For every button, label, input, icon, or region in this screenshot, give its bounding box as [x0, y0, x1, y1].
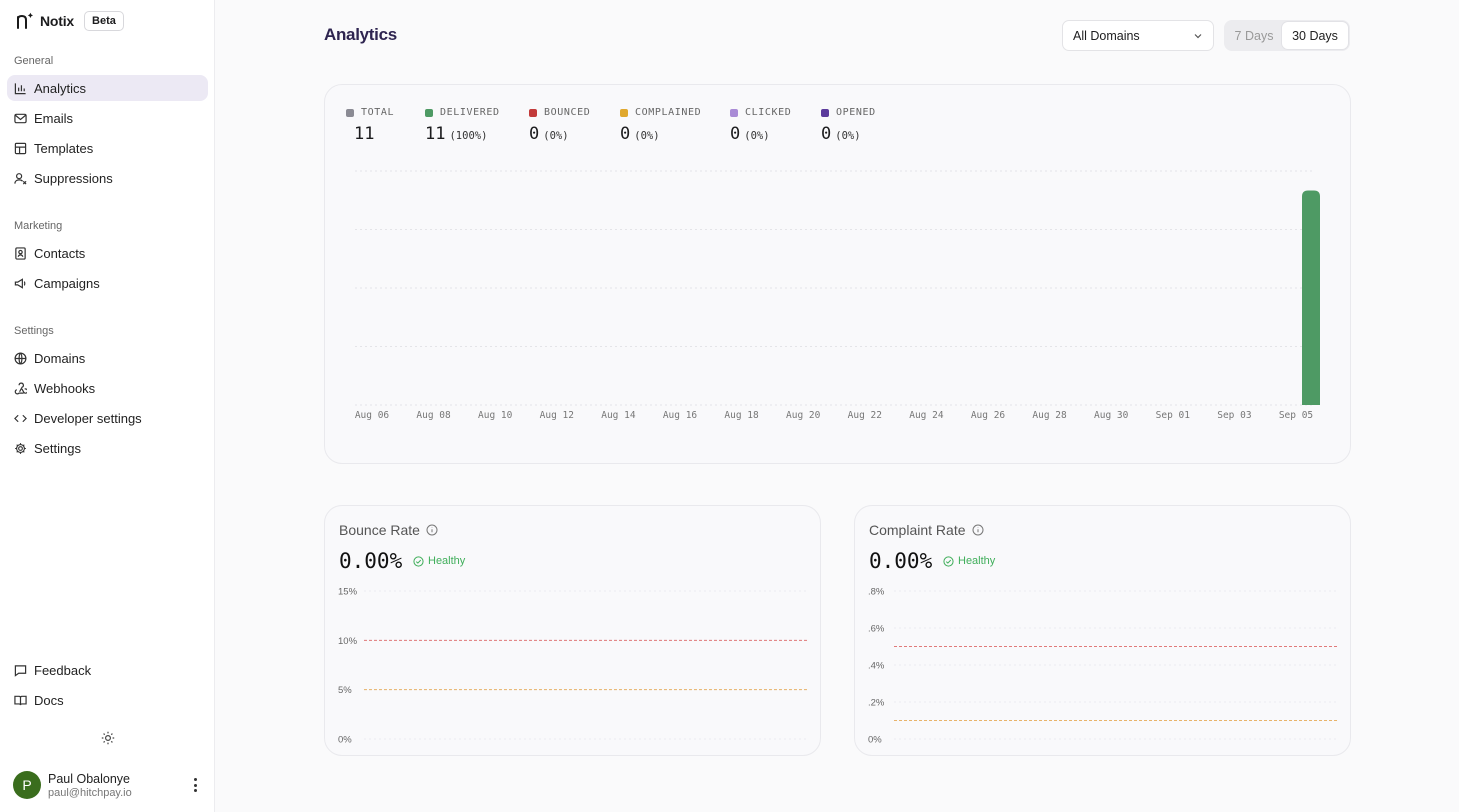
- more-vertical-icon[interactable]: [190, 778, 200, 792]
- sidebar: Notix Beta General Analytics Emails Temp…: [0, 0, 215, 812]
- sidebar-item-label: Feedback: [34, 662, 92, 678]
- y-tick-label: .6%: [868, 624, 885, 635]
- avatar: P: [13, 771, 41, 799]
- x-tick-label: Aug 10: [478, 410, 513, 421]
- brand[interactable]: Notix Beta: [14, 10, 124, 32]
- sidebar-item-campaigns[interactable]: Campaigns: [7, 270, 208, 296]
- megaphone-icon: [14, 277, 26, 289]
- domain-select[interactable]: All Domains: [1062, 20, 1214, 51]
- x-tick-label: Aug 22: [848, 410, 882, 421]
- sidebar-item-label: Domains: [34, 350, 86, 366]
- sun-icon[interactable]: [101, 731, 115, 745]
- code-icon: [14, 414, 27, 422]
- x-tick-label: Aug 06: [355, 410, 390, 421]
- y-tick-label: .2%: [868, 698, 885, 709]
- sidebar-item-domains[interactable]: Domains: [7, 345, 208, 371]
- x-tick-label: Aug 14: [601, 410, 636, 421]
- x-tick-label: Aug 28: [1032, 410, 1067, 421]
- x-tick-label: Sep 05: [1279, 410, 1313, 421]
- x-tick-label: Aug 08: [416, 410, 451, 421]
- sidebar-item-label: Developer settings: [34, 410, 142, 426]
- sidebar-item-settings[interactable]: Settings: [7, 435, 208, 461]
- group-label-marketing: Marketing: [14, 220, 63, 232]
- bounce-rate-chart: 15% 10% 5% 0%: [338, 587, 807, 746]
- sidebar-item-docs[interactable]: Docs: [7, 687, 208, 713]
- range-30-days-button[interactable]: 30 Days: [1282, 22, 1348, 49]
- notix-logo-icon: [17, 12, 33, 29]
- x-tick-label: Aug 24: [909, 410, 944, 421]
- sidebar-item-suppressions[interactable]: Suppressions: [7, 165, 208, 191]
- domain-select-value: All Domains: [1073, 28, 1140, 43]
- contact-book-icon: [15, 246, 26, 260]
- x-tick-label: Sep 01: [1156, 410, 1191, 421]
- sidebar-item-label: Contacts: [34, 245, 86, 261]
- sidebar-item-label: Suppressions: [34, 170, 113, 186]
- sidebar-item-analytics[interactable]: Analytics: [7, 75, 208, 101]
- sidebar-item-contacts[interactable]: Contacts: [7, 240, 208, 266]
- x-tick-label: Aug 16: [663, 410, 698, 421]
- x-tick-label: Aug 20: [786, 410, 821, 421]
- sidebar-item-label: Analytics: [34, 80, 87, 96]
- globe-icon: [14, 352, 27, 364]
- webhook-icon: [14, 382, 27, 394]
- x-tick-label: Sep 03: [1217, 410, 1251, 421]
- group-label-general: General: [14, 55, 54, 67]
- user-x-icon: [14, 172, 27, 184]
- bar-sep-05: [1302, 190, 1320, 405]
- bounce-rate-card: Bounce Rate 0.00% Healthy 15% 10% 5% 0%: [324, 505, 821, 756]
- complaint-rate-card: Complaint Rate 0.00% Healthy .8% .6% .4% .2…: [854, 505, 1351, 756]
- layout-icon: [14, 142, 27, 154]
- y-tick-label: 5%: [338, 685, 352, 696]
- email-activity-chart: Aug 06 Aug 08 Aug 10 Aug 12 Aug 14 Aug 16 Aug …: [355, 170, 1320, 421]
- sidebar-item-templates[interactable]: Templates: [7, 135, 208, 161]
- email-activity-card: TOTAL 11 DELIVERED 11 (100%) BOUNCED 0 (0%) COMP…: [324, 84, 1351, 464]
- group-label-settings: Settings: [14, 325, 54, 337]
- range-7-days-button[interactable]: 7 Days: [1226, 22, 1282, 49]
- sidebar-item-feedback[interactable]: Feedback: [7, 657, 208, 683]
- user-name: Paul Obalonye: [48, 771, 131, 786]
- book-icon: [14, 695, 27, 705]
- sidebar-item-label: Templates: [34, 140, 94, 156]
- y-tick-label: 0%: [868, 735, 882, 746]
- bar-chart-icon: [14, 82, 26, 94]
- x-tick-label: Aug 26: [971, 410, 1006, 421]
- user-email: paul@hitchpay.io: [48, 786, 132, 799]
- x-tick-label: Aug 18: [724, 410, 759, 421]
- gear-icon: [15, 442, 26, 454]
- mail-icon: [14, 113, 27, 123]
- range-toggle: 7 Days 30 Days: [1224, 20, 1350, 51]
- chevron-down-icon: [1194, 33, 1202, 38]
- sidebar-item-emails[interactable]: Emails: [7, 105, 208, 131]
- sidebar-item-webhooks[interactable]: Webhooks: [7, 375, 208, 401]
- page-title: Analytics: [324, 25, 397, 44]
- sidebar-item-label: Webhooks: [34, 380, 96, 396]
- y-tick-label: .4%: [868, 661, 885, 672]
- user-profile[interactable]: P Paul Obalonye paul@hitchpay.io: [13, 771, 132, 799]
- message-icon: [14, 664, 27, 677]
- brand-name: Notix: [40, 13, 75, 29]
- y-tick-label: 0%: [338, 735, 352, 746]
- sidebar-item-label: Campaigns: [34, 275, 100, 291]
- sidebar-item-label: Settings: [34, 440, 81, 456]
- sidebar-item-label: Docs: [34, 692, 64, 708]
- y-tick-label: 10%: [338, 636, 358, 647]
- x-tick-label: Aug 30: [1094, 410, 1129, 421]
- complaint-rate-chart: .8% .6% .4% .2% 0%: [868, 587, 1337, 746]
- x-tick-label: Aug 12: [540, 410, 574, 421]
- y-tick-label: 15%: [338, 587, 358, 598]
- sidebar-item-developer-settings[interactable]: Developer settings: [7, 405, 208, 431]
- beta-badge: Beta: [84, 11, 124, 31]
- y-tick-label: .8%: [868, 587, 885, 598]
- sidebar-item-label: Emails: [34, 110, 74, 126]
